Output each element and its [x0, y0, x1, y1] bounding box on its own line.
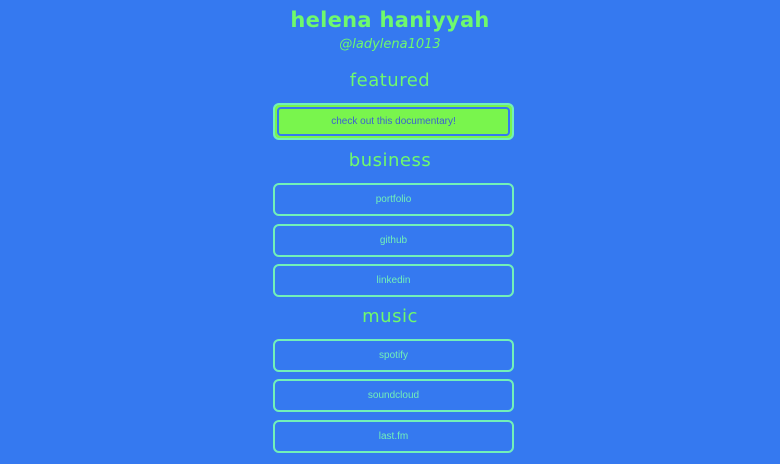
featured-link-button[interactable]: check out this documentary! [273, 103, 514, 140]
section-title-music: music [362, 306, 418, 327]
spotify-link-button[interactable]: spotify [273, 339, 514, 372]
profile-handle: @ladylena1013 [339, 37, 441, 52]
portfolio-link-button[interactable]: portfolio [273, 183, 514, 216]
section-title-featured: featured [349, 70, 431, 91]
profile-name: helena haniyyah [290, 8, 490, 32]
featured-link-label: check out this documentary! [277, 107, 510, 136]
github-link-button[interactable]: github [273, 224, 514, 257]
section-title-business: business [348, 150, 432, 171]
lastfm-link-button[interactable]: last.fm [273, 420, 514, 453]
link-page: helena haniyyah @ladylena1013 featured c… [0, 0, 780, 464]
linkedin-link-button[interactable]: linkedin [273, 264, 514, 297]
soundcloud-link-button[interactable]: soundcloud [273, 379, 514, 412]
